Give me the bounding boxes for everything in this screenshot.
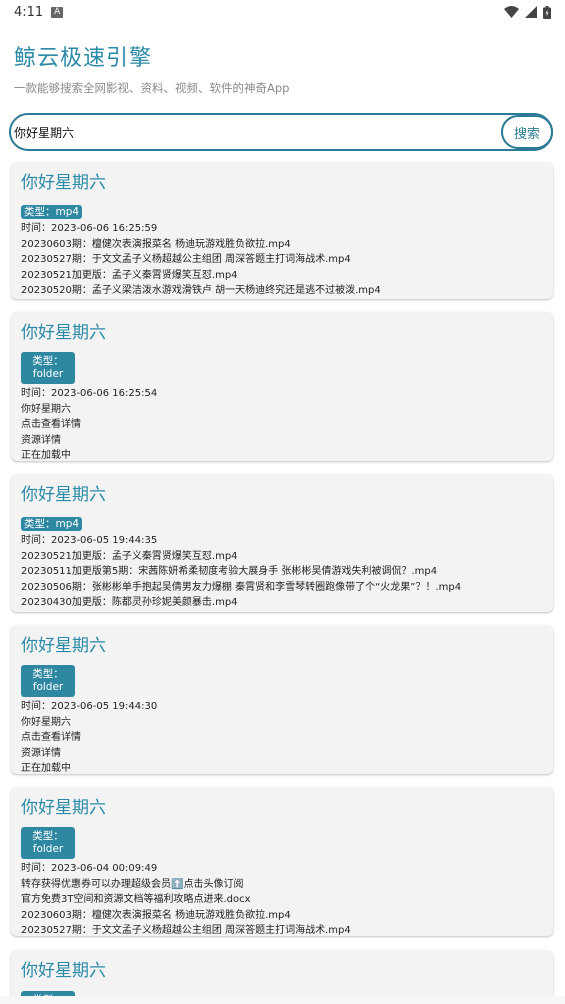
bottom-bar [0, 996, 565, 1004]
result-line: 资源详情 [21, 434, 61, 446]
result-line: 点击查看详情 [21, 419, 81, 430]
status-bar: 4:11 A [0, 0, 565, 24]
result-time: 时间：2023-06-05 19:44:30 [21, 701, 158, 712]
result-card[interactable]: 你好星期六 类型：folder 时间：2023-06-05 19:44:30 你… [11, 625, 553, 774]
result-time: 时间：2023-06-04 00:09:49 [21, 863, 158, 874]
search-input[interactable] [11, 116, 501, 148]
result-time: 时间：2023-06-06 16:25:59 [21, 223, 158, 234]
type-badge: 类型：folder [21, 352, 75, 384]
status-left: 4:11 A [14, 4, 64, 20]
result-card[interactable]: 你好星期六 类型：mp4 时间：2023-06-05 19:44:35 2023… [11, 474, 553, 612]
result-title: 你好星期六 [21, 636, 106, 656]
result-card[interactable]: 你好星期六 类型：mp4 时间：2023-06-06 16:25:59 2023… [11, 162, 553, 299]
result-line: 20230430加更版：陈都灵孙珍妮美颜暴击.mp4 [21, 597, 238, 608]
result-line: 官方免费3T空间和资源文档等福利攻略点进来.docx [21, 894, 251, 905]
wifi-icon [504, 6, 519, 18]
result-title: 你好星期六 [21, 961, 106, 981]
search-button[interactable]: 搜索 [501, 115, 553, 149]
app-subtitle: 一款能够搜索全网影视、资料、视频、软件的神奇App [14, 81, 290, 95]
result-line: 你好星期六 [21, 403, 71, 415]
result-line: 20230527期：于文文孟子义杨超越公主组团 周深答题主打词海战术.mp4 [21, 254, 351, 265]
search-bar: 搜索 [9, 113, 553, 151]
battery-icon [543, 5, 551, 19]
status-time: 4:11 [14, 4, 44, 20]
signal-icon [525, 6, 537, 18]
result-line: 20230520期：孟子义梁洁泼水游戏滑铁卢 胡一天杨迪终究还是逃不过被泼.mp… [21, 285, 381, 296]
result-line: 正在加载中 [21, 763, 71, 774]
result-title: 你好星期六 [21, 485, 106, 505]
result-card[interactable]: 你好星期六 类型：folder 时间：2023-06-06 16:25:54 你… [11, 312, 553, 461]
result-title: 你好星期六 [21, 173, 106, 193]
type-badge: 类型：mp4 [21, 517, 83, 531]
result-card[interactable]: 你好星期六 类型：folder 时间：2023-06-04 00:09:49 转… [11, 787, 553, 936]
result-line: 20230527期：于文文孟子义杨超越公主组团 周深答题主打词海战术.mp4 [21, 925, 351, 936]
result-line: 点击查看详情 [21, 732, 81, 743]
app-title: 鲸云极速引擎 [14, 46, 153, 71]
type-badge: 类型：mp4 [21, 205, 83, 219]
result-line: 20230603期：檀健次表演报菜名 杨迪玩游戏胜负欲拉.mp4 [21, 909, 291, 921]
result-line: 20230506期：张彬彬单手抱起吴倩男友力爆棚 秦霄贤和李雪琴转圈跑像带了个“… [21, 581, 462, 593]
result-time: 时间：2023-06-06 16:25:54 [21, 388, 158, 399]
type-badge: 类型：folder [21, 827, 75, 859]
type-badge: 类型：folder [21, 665, 75, 697]
result-line: 20230521加更版：孟子义秦霄贤爆笑互怼.mp4 [21, 550, 238, 562]
result-line: 转存获得优惠券可以办理超级会员⬆️点击头像订阅 [21, 878, 244, 890]
result-line: 20230603期：檀健次表演报菜名 杨迪玩游戏胜负欲拉.mp4 [21, 238, 291, 250]
result-line: 20230511加更版第5期：宋茜陈妍希柔韧度考验大展身手 张彬彬吴倩游戏失利被… [21, 566, 438, 577]
notification-icon: A [51, 6, 64, 18]
result-title: 你好星期六 [21, 323, 106, 343]
status-right [504, 5, 551, 19]
result-line: 20230521加更版：孟子义秦霄贤爆笑互怼.mp4 [21, 269, 238, 281]
result-line: 你好星期六 [21, 716, 71, 728]
result-title: 你好星期六 [21, 798, 106, 818]
result-line: 资源详情 [21, 747, 61, 759]
result-time: 时间：2023-06-05 19:44:35 [21, 535, 158, 546]
result-line: 正在加载中 [21, 450, 71, 461]
